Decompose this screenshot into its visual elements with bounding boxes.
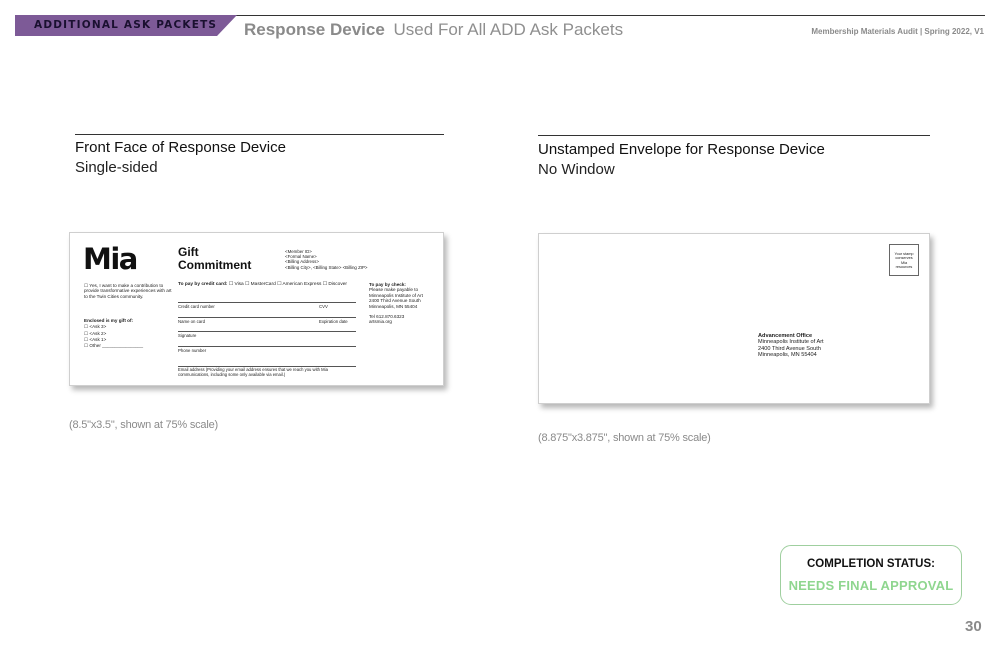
response-device-card: Mia Gift Commitment <Member ID> <Formal … <box>69 232 444 386</box>
cvv-label: CVV <box>319 304 328 309</box>
phone-label: Phone number <box>178 347 207 353</box>
credit-card-heading: To pay by credit card: <box>178 282 228 287</box>
addr-line: <Billing City>, <Billing State> <Billing… <box>285 264 368 270</box>
page-subtitle: Used For All ADD Ask Packets <box>393 20 624 39</box>
left-panel-subtitle: Single-sided <box>75 159 158 176</box>
page-number: 30 <box>965 618 982 635</box>
gift-commitment-title: Gift Commitment <box>178 245 252 272</box>
envelope-address: Advancement Office Minneapolis Institute… <box>758 333 878 359</box>
signature-field: Signature <box>178 331 356 346</box>
email-field: Email address (Providing your email addr… <box>178 366 356 378</box>
gift-amount-options: Enclosed is my gift of: ☐ <Ask 3> ☐ <Ask… <box>84 318 169 349</box>
check-payment-block: To pay by check: Please make payable to … <box>369 282 441 325</box>
card-number-field: Credit card number CVV <box>178 302 356 317</box>
phone-field: Phone number <box>178 345 356 361</box>
credit-card-options: To pay by credit card: ☐ Visa ☐ MasterCa… <box>178 282 347 287</box>
left-panel-title: Front Face of Response Device <box>75 139 286 156</box>
right-panel-title: Unstamped Envelope for Response Device <box>538 141 825 158</box>
page-title: Response Device <box>244 20 385 39</box>
section-tab-label: ADDITIONAL ASK PACKETS <box>34 19 218 31</box>
expiration-label: Expiration date <box>319 318 348 324</box>
page-heading: Response Device Used For All ADD Ask Pac… <box>244 20 623 40</box>
right-panel-caption: (8.875"x3.875", shown at 75% scale) <box>538 432 711 444</box>
payment-fields: Credit card number CVV Name on card Expi… <box>178 302 356 360</box>
mia-logo: Mia <box>83 242 138 276</box>
envelope-address-line: Minneapolis, MN 55404 <box>758 352 817 359</box>
completion-status-box: COMPLETION STATUS: NEEDS FINAL APPROVAL <box>780 545 962 605</box>
left-panel-caption: (8.5"x3.5", shown at 75% scale) <box>69 419 218 431</box>
member-address-block: <Member ID> <Formal Name> <Billing Addre… <box>285 249 395 270</box>
name-on-card-label: Name on card <box>178 318 205 324</box>
left-panel-rule <box>75 134 444 135</box>
stamp-box: Your stamp conserves Mia resources <box>889 244 919 276</box>
gift-option: ☐ Other ________________ <box>84 343 144 349</box>
signature-label: Signature <box>178 333 197 338</box>
completion-status-value: NEEDS FINAL APPROVAL <box>788 578 954 593</box>
header-meta: Membership Materials Audit | Spring 2022… <box>811 27 984 36</box>
stamp-line: resources <box>895 265 913 270</box>
card-number-label: Credit card number <box>178 304 215 309</box>
credit-card-types: ☐ Visa ☐ MasterCard ☐ American Express ☐… <box>228 282 347 287</box>
right-panel-subtitle: No Window <box>538 161 615 178</box>
name-on-card-field: Name on card Expiration date <box>178 316 356 332</box>
section-tab: ADDITIONAL ASK PACKETS <box>15 15 237 36</box>
website: artsmia.org <box>369 319 392 325</box>
envelope-mockup: Your stamp conserves Mia resources Advan… <box>538 233 930 404</box>
completion-status-label: COMPLETION STATUS: <box>807 558 935 570</box>
right-panel-rule <box>538 135 930 136</box>
contribution-checkbox-text: ☐ Yes, I want to make a contribution to … <box>84 283 172 299</box>
